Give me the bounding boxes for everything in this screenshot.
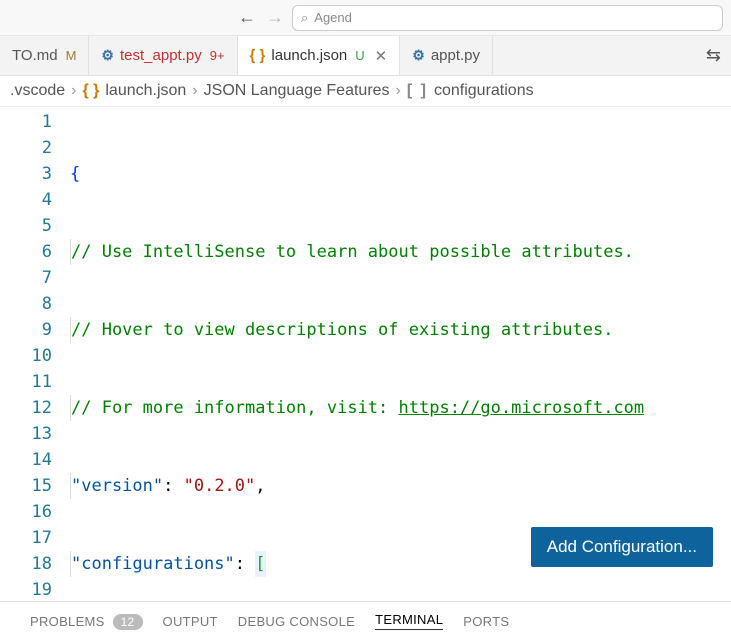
tab-todo-md[interactable]: TO.md M <box>0 36 89 75</box>
nav-back-icon[interactable]: ← <box>238 7 256 28</box>
panel-tab-output[interactable]: OUTPUT <box>163 614 218 629</box>
editor-tabs: TO.md M ⚙ test_appt.py 9+ { } launch.jso… <box>0 36 731 76</box>
array-icon: [ ] <box>407 82 428 100</box>
breadcrumb-file[interactable]: launch.json <box>105 82 186 100</box>
json-icon: { } <box>82 82 99 100</box>
tab-test-appt-py[interactable]: ⚙ test_appt.py 9+ <box>89 36 237 75</box>
json-icon: { } <box>250 47 266 64</box>
error-count: 9+ <box>210 48 225 63</box>
tab-appt-py[interactable]: ⚙ appt.py <box>400 36 493 75</box>
title-bar: ← → ⌕ Agend <box>0 0 731 36</box>
tab-launch-json[interactable]: { } launch.json U ✕ <box>238 36 401 75</box>
code-content[interactable]: { // Use IntelliSense to learn about pos… <box>70 107 731 607</box>
close-icon[interactable]: ✕ <box>375 47 388 65</box>
panel-tab-problems[interactable]: PROBLEMS 12 <box>30 614 143 629</box>
nav-forward-icon[interactable]: → <box>266 7 284 28</box>
panel-tab-ports[interactable]: PORTS <box>463 614 509 629</box>
modified-indicator: M <box>66 48 77 63</box>
python-icon: ⚙ <box>101 47 114 64</box>
chevron-right-icon: › <box>396 82 401 100</box>
problems-count-badge: 12 <box>113 614 143 630</box>
compare-changes-icon[interactable]: ⇆ <box>696 36 731 75</box>
chevron-right-icon: › <box>192 82 197 100</box>
panel-tabs: PROBLEMS 12 OUTPUT DEBUG CONSOLE TERMINA… <box>0 601 731 640</box>
code-editor[interactable]: 12345678910111213141516171819 { // Use I… <box>0 107 731 607</box>
search-icon: ⌕ <box>301 10 308 26</box>
untracked-indicator: U <box>355 48 364 63</box>
add-configuration-button[interactable]: Add Configuration... <box>531 527 713 567</box>
panel-tab-debug-console[interactable]: DEBUG CONSOLE <box>238 614 355 629</box>
panel-tab-terminal[interactable]: TERMINAL <box>375 612 443 630</box>
breadcrumb-folder[interactable]: .vscode <box>10 82 65 100</box>
breadcrumb-lang[interactable]: JSON Language Features <box>204 82 390 100</box>
python-icon: ⚙ <box>412 47 425 64</box>
breadcrumb-section[interactable]: configurations <box>434 82 534 100</box>
breadcrumbs[interactable]: .vscode › { } launch.json › JSON Languag… <box>0 76 731 107</box>
search-placeholder: Agend <box>314 10 352 25</box>
line-number-gutter: 12345678910111213141516171819 <box>0 107 70 607</box>
command-center[interactable]: ⌕ Agend <box>292 5 723 31</box>
chevron-right-icon: › <box>71 82 76 100</box>
nav-arrows: ← → <box>238 7 284 28</box>
